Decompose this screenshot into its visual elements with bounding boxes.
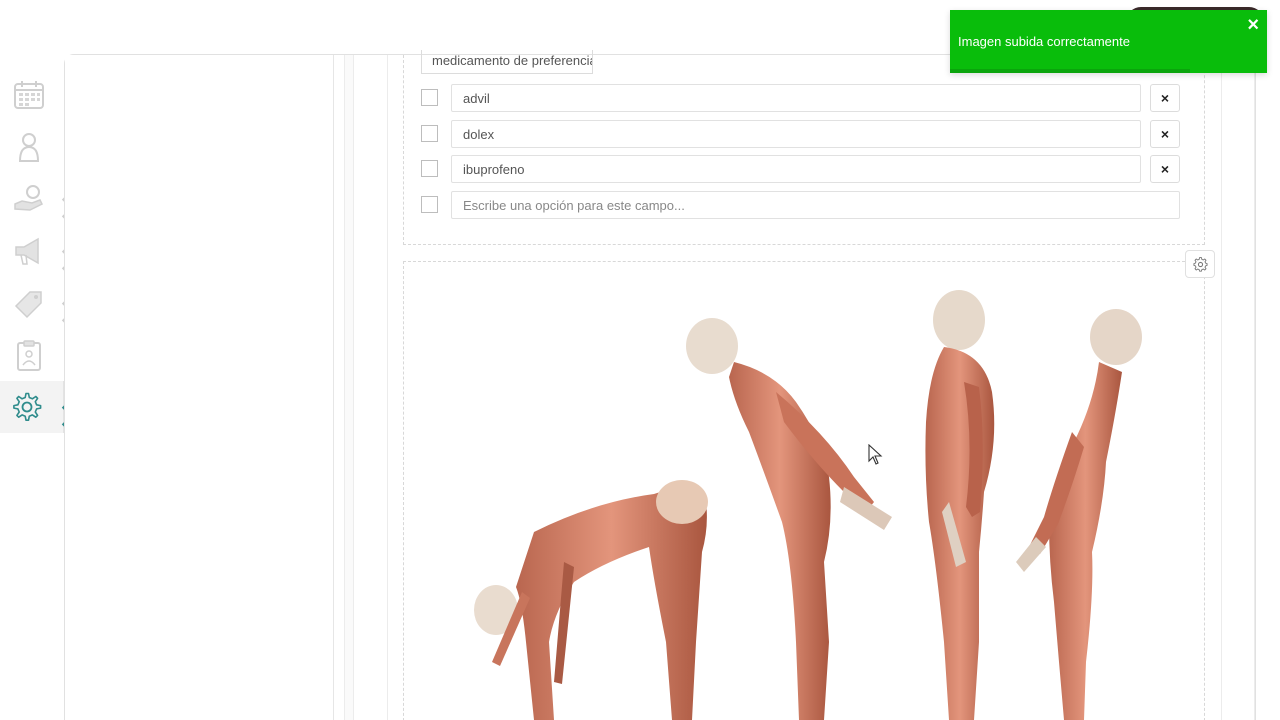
option-row: dolex × <box>421 120 1181 148</box>
megaphone-icon <box>15 237 39 265</box>
option-row: ibuprofeno × <box>421 155 1181 183</box>
option-input[interactable]: ibuprofeno <box>451 155 1141 183</box>
gear-icon <box>13 392 42 421</box>
canvas-scroll-track <box>344 55 354 720</box>
option-input[interactable]: advil <box>451 84 1141 112</box>
sidebar-item-calendar[interactable] <box>0 69 64 121</box>
figure-forward-bend <box>474 480 708 720</box>
fields-panel <box>65 55 334 720</box>
new-option-input[interactable]: Escribe una opción para este campo... <box>451 191 1180 219</box>
figure-standing-lean <box>686 318 892 720</box>
money-hand-icon <box>14 185 44 211</box>
panel-gutter <box>334 55 344 720</box>
delete-option-button[interactable]: × <box>1150 120 1180 148</box>
toast-progress-bar <box>950 69 1190 73</box>
delete-option-button[interactable]: × <box>1150 155 1180 183</box>
option-checkbox[interactable] <box>421 196 438 213</box>
delete-option-button[interactable]: × <box>1150 84 1180 112</box>
option-checkbox[interactable] <box>421 89 438 106</box>
figure-backward-lean <box>1016 309 1142 720</box>
sidebar-item-reports[interactable] <box>0 329 64 381</box>
option-input[interactable]: dolex <box>451 120 1141 148</box>
close-icon[interactable]: × <box>1247 14 1259 36</box>
tag-icon <box>14 291 42 319</box>
anatomy-illustration <box>474 290 1142 720</box>
page: medicamento de preferencia advil × dolex… <box>0 0 1280 720</box>
new-option-row: Escribe una opción para este campo... <box>421 191 1181 219</box>
sidebar-item-users[interactable] <box>0 121 64 173</box>
figure-upright <box>925 290 995 720</box>
mouse-cursor-icon <box>868 444 883 465</box>
user-icon <box>18 133 40 162</box>
canvas-border-left <box>387 55 388 720</box>
canvas-outer-border <box>1254 55 1255 720</box>
field-label-input[interactable]: medicamento de preferencia <box>421 50 593 74</box>
option-row: advil × <box>421 84 1181 112</box>
sidebar-item-finances[interactable] <box>0 173 76 225</box>
success-toast: Imagen subida correctamente × <box>950 10 1267 73</box>
option-checkbox[interactable] <box>421 125 438 142</box>
sidebar-rail <box>0 55 76 720</box>
canvas-border-right <box>1221 55 1222 720</box>
option-checkbox[interactable] <box>421 160 438 177</box>
sidebar-item-settings[interactable] <box>0 381 76 433</box>
sidebar-item-promotions[interactable] <box>0 277 76 329</box>
toast-message: Imagen subida correctamente <box>958 34 1130 49</box>
clipboard-icon <box>17 340 41 371</box>
sidebar-item-marketing[interactable] <box>0 225 76 277</box>
calendar-icon <box>14 81 44 109</box>
